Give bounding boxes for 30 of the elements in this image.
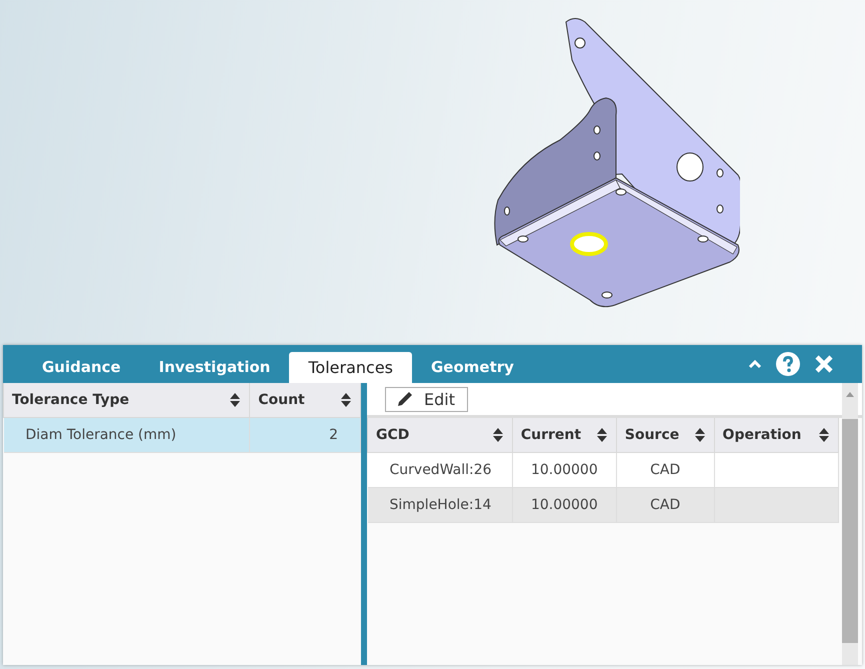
table-cell[interactable]: CAD [616, 452, 714, 488]
scrollbar[interactable] [842, 383, 858, 665]
table-cell[interactable]: 2 [250, 418, 360, 452]
help-icon[interactable] [776, 352, 800, 376]
sort-icon[interactable] [229, 392, 242, 408]
column-header[interactable]: GCD [368, 418, 512, 452]
sort-icon[interactable] [492, 427, 504, 443]
close-icon[interactable] [814, 354, 834, 374]
pencil-icon [396, 390, 414, 408]
table-cell[interactable]: 10.00000 [512, 452, 616, 488]
table-cell[interactable]: 10.00000 [512, 488, 616, 522]
tab[interactable]: Investigation [140, 352, 290, 383]
column-header[interactable]: Operation [714, 418, 838, 452]
tab[interactable]: Guidance [23, 352, 140, 383]
sort-icon[interactable] [694, 427, 706, 443]
table-cell[interactable]: SimpleHole:14 [368, 488, 512, 522]
table-cell[interactable]: CurvedWall:26 [368, 452, 512, 488]
sort-icon[interactable] [340, 392, 352, 408]
column-header[interactable]: Current [512, 418, 616, 452]
table-cell[interactable]: Diam Tolerance (mm) [4, 418, 250, 452]
column-header[interactable]: Source [616, 418, 714, 452]
collapse-icon[interactable] [748, 359, 762, 369]
sort-icon[interactable] [818, 427, 830, 443]
column-header[interactable]: Tolerance Type [4, 383, 250, 418]
tab[interactable]: Geometry [412, 352, 533, 383]
tab[interactable]: Tolerances [289, 352, 412, 383]
table-cell[interactable]: CAD [616, 488, 714, 522]
edit-button[interactable]: Edit [385, 386, 468, 412]
column-header[interactable]: Count [250, 383, 360, 418]
sort-icon[interactable] [596, 427, 608, 443]
